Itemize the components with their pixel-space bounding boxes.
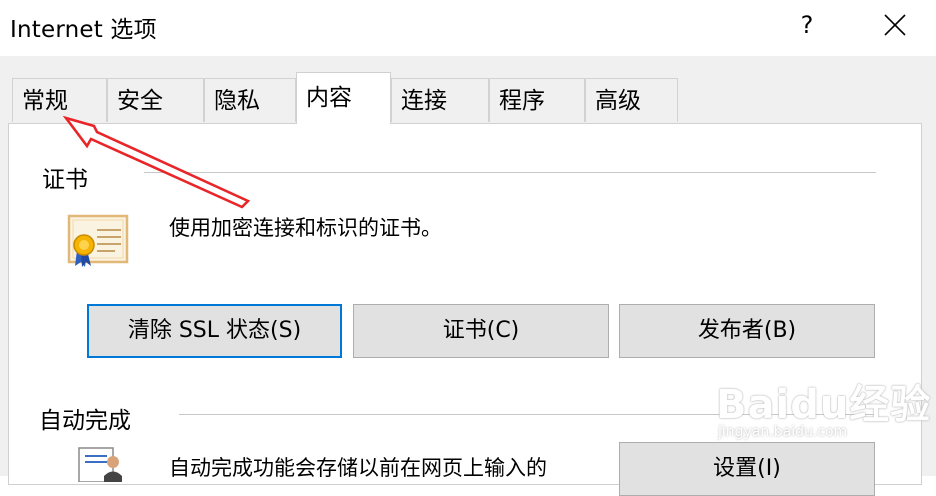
tab-content[interactable]: 内容 — [296, 72, 391, 124]
tab-connections[interactable]: 连接 — [391, 78, 489, 122]
tab-programs[interactable]: 程序 — [489, 78, 585, 122]
title-bar: Internet 选项 ? — [0, 0, 936, 56]
certificate-icon — [67, 212, 131, 272]
tab-advanced[interactable]: 高级 — [585, 78, 678, 122]
close-button[interactable] — [872, 4, 918, 46]
tab-general[interactable]: 常规 — [12, 78, 107, 122]
publishers-button[interactable]: 发布者(B) — [619, 304, 875, 358]
autocomplete-section-label: 自动完成 — [39, 401, 135, 435]
window-title: Internet 选项 — [10, 17, 157, 43]
autocomplete-description: 自动完成功能会存储以前在网页上输入的 — [169, 456, 547, 480]
tab-security[interactable]: 安全 — [107, 78, 204, 122]
close-icon — [884, 14, 906, 36]
certificates-divider — [144, 172, 876, 173]
tab-privacy[interactable]: 隐私 — [204, 78, 296, 122]
watermark-text: Baidu经验 — [716, 382, 932, 428]
autocomplete-icon — [73, 442, 125, 486]
baidu-watermark: Baidu经验 jingyan.baidu.com — [716, 372, 931, 440]
autocomplete-settings-button[interactable]: 设置(I) — [619, 442, 875, 496]
certificates-button[interactable]: 证书(C) — [353, 304, 609, 358]
certificates-description: 使用加密连接和标识的证书。 — [169, 216, 442, 240]
certificates-section-label: 证书 — [42, 160, 92, 194]
clear-ssl-state-button[interactable]: 清除 SSL 状态(S) — [87, 304, 342, 358]
help-button[interactable]: ? — [790, 4, 824, 46]
